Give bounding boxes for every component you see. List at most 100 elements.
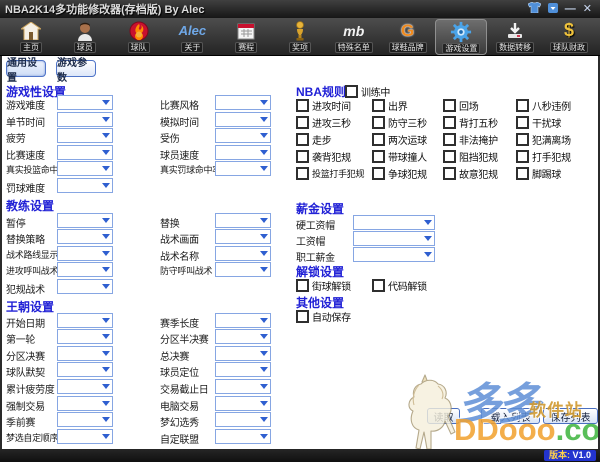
dropdown-conference-finals[interactable] <box>57 346 113 361</box>
rule-item[interactable]: 走步 <box>296 131 372 148</box>
dropdown-substitution[interactable] <box>215 213 271 228</box>
checkbox[interactable] <box>372 150 385 163</box>
checkbox[interactable] <box>372 116 385 129</box>
rule-item[interactable]: 打手犯规 <box>516 148 598 165</box>
toolbar-item-players[interactable]: 球员 <box>59 19 111 55</box>
dropdown-player-roles[interactable] <box>215 362 271 377</box>
dropdown-custom-league[interactable] <box>215 429 271 444</box>
dropdown-real-fg-pct[interactable] <box>57 161 113 176</box>
toolbar-item-teams[interactable]: 球队 <box>113 19 165 55</box>
rule-item[interactable]: 故意犯规 <box>443 165 516 182</box>
dropdown-injuries[interactable] <box>215 128 271 143</box>
toolbar-item-home[interactable]: 主页 <box>5 19 57 55</box>
toolbar-item-special-roster[interactable]: mb 特殊名单 <box>328 19 380 55</box>
dropdown-staff-salary[interactable] <box>353 247 435 262</box>
rule-item[interactable]: 背打五秒 <box>443 114 516 131</box>
dropdown-game-difficulty[interactable] <box>57 95 113 110</box>
checkbox[interactable] <box>372 133 385 146</box>
unlock-codes-checkbox[interactable]: 代码解锁 <box>372 278 427 293</box>
rule-item[interactable]: 袭背犯规 <box>296 148 372 165</box>
checkbox[interactable] <box>372 167 385 180</box>
checkbox[interactable] <box>443 116 456 129</box>
dropdown-foul-tactics[interactable] <box>57 279 113 294</box>
rule-item[interactable]: 非法掩护 <box>443 131 516 148</box>
checkbox[interactable] <box>296 99 309 112</box>
checkbox[interactable] <box>443 99 456 112</box>
theme-icon[interactable] <box>548 0 558 18</box>
tab-general-settings[interactable]: 通用设置 <box>6 60 46 77</box>
toolbar-item-finance[interactable]: $ 球队财政 <box>543 19 595 55</box>
autosave-checkbox[interactable]: 自动保存 <box>296 309 351 324</box>
checkbox[interactable] <box>372 279 385 292</box>
dropdown-season-length[interactable] <box>215 313 271 328</box>
dropdown-accumulated-fatigue[interactable] <box>57 379 113 394</box>
rule-item[interactable]: 犯满离场 <box>516 131 598 148</box>
jersey-icon[interactable] <box>528 0 541 18</box>
dropdown-sim-time[interactable] <box>215 112 271 127</box>
load-list-button[interactable]: 载入列表 <box>481 408 540 424</box>
dropdown-team-chemistry[interactable] <box>57 362 113 377</box>
close-button[interactable]: ✕ <box>583 4 592 15</box>
rule-item[interactable]: 争球犯规 <box>372 165 443 182</box>
checkbox[interactable] <box>443 167 456 180</box>
checkbox[interactable] <box>516 167 529 180</box>
dropdown-fantasy-draft[interactable] <box>215 412 271 427</box>
checkbox[interactable] <box>296 279 309 292</box>
dropdown-fatigue[interactable] <box>57 128 113 143</box>
checkbox[interactable] <box>296 167 309 180</box>
dropdown-offense-playcall[interactable] <box>57 262 113 277</box>
dropdown-defense-playcall[interactable] <box>215 262 271 277</box>
dropdown-preseason[interactable] <box>57 412 113 427</box>
dropdown-game-style[interactable] <box>215 95 271 110</box>
toolbar-item-data-transfer[interactable]: 数据转移 <box>489 19 541 55</box>
dropdown-play-route-display[interactable] <box>57 246 113 261</box>
dropdown-first-round[interactable] <box>57 329 113 344</box>
checkbox[interactable] <box>516 133 529 146</box>
rule-item[interactable]: 脚踢球 <box>516 165 598 182</box>
toolbar-item-game-settings[interactable]: 游戏设置 <box>435 19 487 55</box>
dropdown-player-speed[interactable] <box>215 145 271 160</box>
dropdown-real-ft-pct[interactable] <box>215 161 271 176</box>
checkbox[interactable] <box>372 99 385 112</box>
dropdown-game-speed[interactable] <box>57 145 113 160</box>
checkbox[interactable] <box>516 150 529 163</box>
read-button[interactable]: 读取 <box>427 408 460 424</box>
rule-item[interactable]: 两次运球 <box>372 131 443 148</box>
dropdown-finals[interactable] <box>215 346 271 361</box>
checkbox[interactable] <box>443 133 456 146</box>
dropdown-hard-cap[interactable] <box>353 215 435 230</box>
dropdown-cpu-trades[interactable] <box>215 396 271 411</box>
rule-item[interactable]: 干扰球 <box>516 114 598 131</box>
dropdown-forced-trade[interactable] <box>57 396 113 411</box>
dropdown-salary-cap[interactable] <box>353 231 435 246</box>
toolbar-item-about[interactable]: Alec 关于 <box>166 19 218 55</box>
rule-item[interactable]: 出界 <box>372 97 443 114</box>
checkbox[interactable] <box>296 133 309 146</box>
dropdown-trade-deadline[interactable] <box>215 379 271 394</box>
dropdown-substitution-strategy[interactable] <box>57 229 113 244</box>
rule-item[interactable]: 进攻时间 <box>296 97 372 114</box>
checkbox[interactable] <box>516 116 529 129</box>
rule-item[interactable]: 投篮打手犯规 <box>296 165 372 182</box>
toolbar-item-awards[interactable]: 奖项 <box>274 19 326 55</box>
rule-item[interactable]: 回场 <box>443 97 516 114</box>
checkbox[interactable] <box>516 99 529 112</box>
checkbox[interactable] <box>296 116 309 129</box>
rule-item[interactable]: 防守三秒 <box>372 114 443 131</box>
unlock-streetball-checkbox[interactable]: 街球解锁 <box>296 278 351 293</box>
dropdown-quarter-length[interactable] <box>57 112 113 127</box>
dropdown-conference-semifinals[interactable] <box>215 329 271 344</box>
rule-item[interactable]: 带球撞人 <box>372 148 443 165</box>
checkbox[interactable] <box>296 150 309 163</box>
dropdown-fantasy-draft-order[interactable] <box>57 429 113 444</box>
minimize-button[interactable]: — <box>565 4 576 15</box>
checkbox[interactable] <box>443 150 456 163</box>
dropdown-start-date[interactable] <box>57 313 113 328</box>
save-list-button[interactable]: 保存列表 <box>543 408 598 424</box>
toolbar-item-brands[interactable]: G 球鞋品牌 <box>382 19 434 55</box>
rule-item[interactable]: 进攻三秒 <box>296 114 372 131</box>
dropdown-play-name[interactable] <box>215 246 271 261</box>
dropdown-play-art[interactable] <box>215 229 271 244</box>
checkbox[interactable] <box>296 310 309 323</box>
toolbar-item-schedule[interactable]: 赛程 <box>220 19 272 55</box>
